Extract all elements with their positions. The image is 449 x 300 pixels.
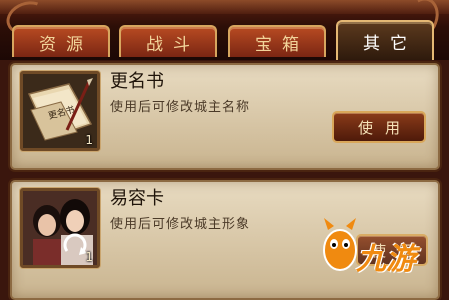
tab-resources[interactable]: 资源 <box>12 25 110 57</box>
tab-other[interactable]: 其它 <box>336 20 434 60</box>
item-name: 易容卡 <box>110 188 164 209</box>
item-card-rename: 更名书 1 更名书 使用后可修改城主名称 使用 <box>10 63 440 170</box>
item-quantity: 1 <box>85 133 93 147</box>
item-name: 更名书 <box>110 71 164 92</box>
item-quantity: 1 <box>85 250 93 264</box>
rename-book-icon: 更名书 1 <box>20 71 100 151</box>
disguise-card-icon: 1 <box>20 188 100 268</box>
item-description: 使用后可修改城主名称 <box>110 100 251 115</box>
item-description: 使用后可修改城主形象 <box>110 217 251 232</box>
tab-battle[interactable]: 战斗 <box>119 25 217 57</box>
tab-treasure[interactable]: 宝箱 <box>228 25 326 57</box>
use-button[interactable]: 使用 <box>332 111 426 143</box>
watermark-text: 九游 <box>356 242 416 277</box>
watermark-logo: 九游 <box>318 212 443 282</box>
